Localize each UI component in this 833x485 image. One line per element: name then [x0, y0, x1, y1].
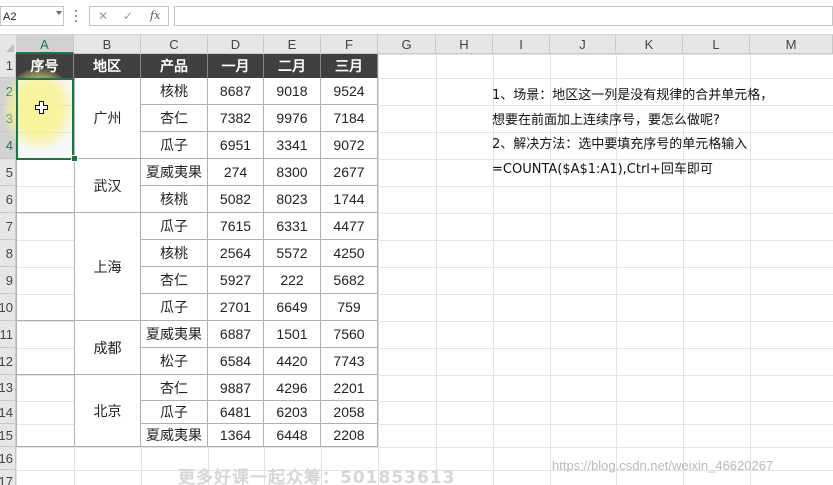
- month-value-cell[interactable]: 3341: [264, 132, 321, 159]
- product-cell[interactable]: 杏仁: [141, 267, 208, 294]
- month-value-cell[interactable]: 6331: [264, 213, 321, 240]
- month-value-cell[interactable]: 5572: [264, 240, 321, 267]
- month-value-cell[interactable]: 7560: [321, 321, 378, 348]
- note-line-2: 想要在前面加上连续序号，要怎么做呢?: [492, 112, 720, 128]
- month-value-cell[interactable]: 4296: [264, 375, 321, 401]
- month-value-cell[interactable]: 8687: [208, 78, 264, 105]
- table-header-cell[interactable]: 产品: [141, 54, 208, 78]
- product-cell[interactable]: 夏威夷果: [141, 159, 208, 186]
- product-cell[interactable]: 核桃: [141, 78, 208, 105]
- region-merged-cell[interactable]: 广州: [74, 78, 141, 159]
- month-value-cell[interactable]: 759: [321, 294, 378, 321]
- region-merged-cell[interactable]: 成都: [74, 321, 141, 375]
- month-value-cell[interactable]: 6584: [208, 348, 264, 375]
- month-value-cell[interactable]: 2677: [321, 159, 378, 186]
- region-merged-cell[interactable]: 上海: [74, 213, 141, 321]
- month-value-cell[interactable]: 6203: [264, 401, 321, 424]
- instruction-notes: 1、场景：地区这一列是没有规律的合并单元格， 想要在前面加上连续序号，要怎么做呢…: [492, 84, 812, 182]
- sequence-cell-empty[interactable]: [16, 159, 74, 213]
- product-cell[interactable]: 瓜子: [141, 401, 208, 424]
- product-cell[interactable]: 杏仁: [141, 375, 208, 401]
- month-value-cell[interactable]: 9524: [321, 78, 378, 105]
- month-value-cell[interactable]: 274: [208, 159, 264, 186]
- month-value-cell[interactable]: 7184: [321, 105, 378, 132]
- product-cell[interactable]: 夏威夷果: [141, 424, 208, 447]
- month-value-cell[interactable]: 4477: [321, 213, 378, 240]
- month-value-cell[interactable]: 6649: [264, 294, 321, 321]
- month-value-cell[interactable]: 8023: [264, 186, 321, 213]
- month-value-cell[interactable]: 5927: [208, 267, 264, 294]
- table-header-cell[interactable]: 地区: [74, 54, 141, 78]
- month-value-cell[interactable]: 6887: [208, 321, 264, 348]
- sequence-cell-empty[interactable]: [16, 321, 74, 375]
- product-cell[interactable]: 瓜子: [141, 294, 208, 321]
- blog-url-watermark: https://blog.csdn.net/weixin_46620267: [552, 458, 774, 473]
- product-cell[interactable]: 瓜子: [141, 213, 208, 240]
- product-cell[interactable]: 瓜子: [141, 132, 208, 159]
- fill-handle[interactable]: [71, 155, 78, 162]
- region-merged-cell[interactable]: 北京: [74, 375, 141, 447]
- selection-range[interactable]: [16, 78, 74, 160]
- note-line-3: 2、解决方法：选中要填充序号的单元格输入: [492, 137, 748, 152]
- product-cell[interactable]: 夏威夷果: [141, 321, 208, 348]
- product-cell[interactable]: 松子: [141, 348, 208, 375]
- month-value-cell[interactable]: 6481: [208, 401, 264, 424]
- month-value-cell[interactable]: 7382: [208, 105, 264, 132]
- month-value-cell[interactable]: 4250: [321, 240, 378, 267]
- month-value-cell[interactable]: 9072: [321, 132, 378, 159]
- month-value-cell[interactable]: 1744: [321, 186, 378, 213]
- product-cell[interactable]: 核桃: [141, 240, 208, 267]
- sequence-cell-empty[interactable]: [16, 213, 74, 321]
- table-header-cell[interactable]: 一月: [208, 54, 264, 78]
- month-value-cell[interactable]: 9887: [208, 375, 264, 401]
- product-cell[interactable]: 核桃: [141, 186, 208, 213]
- month-value-cell[interactable]: 2701: [208, 294, 264, 321]
- note-line-4: =COUNTA($A$1:A1),Ctrl+回车即可: [492, 161, 713, 177]
- month-value-cell[interactable]: 222: [264, 267, 321, 294]
- month-value-cell[interactable]: 1364: [208, 424, 264, 447]
- watermark-text: 更多好课一起众筹：501853613: [178, 468, 456, 485]
- month-value-cell[interactable]: 7743: [321, 348, 378, 375]
- table-header-cell[interactable]: 三月: [321, 54, 378, 78]
- month-value-cell[interactable]: 5682: [321, 267, 378, 294]
- month-value-cell[interactable]: 4420: [264, 348, 321, 375]
- table-header-cell[interactable]: 二月: [264, 54, 321, 78]
- month-value-cell[interactable]: 7615: [208, 213, 264, 240]
- note-line-1: 1、场景：地区这一列是没有规律的合并单元格，: [492, 88, 774, 103]
- excel-window: A2 ✕ ✓ fx ABCDEFGHIJKLM 1234567891011121…: [0, 0, 833, 485]
- sequence-cell-empty[interactable]: [16, 375, 74, 447]
- month-value-cell[interactable]: 1501: [264, 321, 321, 348]
- product-cell[interactable]: 杏仁: [141, 105, 208, 132]
- region-merged-cell[interactable]: 武汉: [74, 159, 141, 213]
- month-value-cell[interactable]: 2201: [321, 375, 378, 401]
- cross-cursor-icon: [35, 101, 48, 114]
- month-value-cell[interactable]: 9976: [264, 105, 321, 132]
- month-value-cell[interactable]: 2208: [321, 424, 378, 447]
- month-value-cell[interactable]: 2564: [208, 240, 264, 267]
- month-value-cell[interactable]: 8300: [264, 159, 321, 186]
- month-value-cell[interactable]: 6448: [264, 424, 321, 447]
- month-value-cell[interactable]: 5082: [208, 186, 264, 213]
- month-value-cell[interactable]: 9018: [264, 78, 321, 105]
- month-value-cell[interactable]: 6951: [208, 132, 264, 159]
- month-value-cell[interactable]: 2058: [321, 401, 378, 424]
